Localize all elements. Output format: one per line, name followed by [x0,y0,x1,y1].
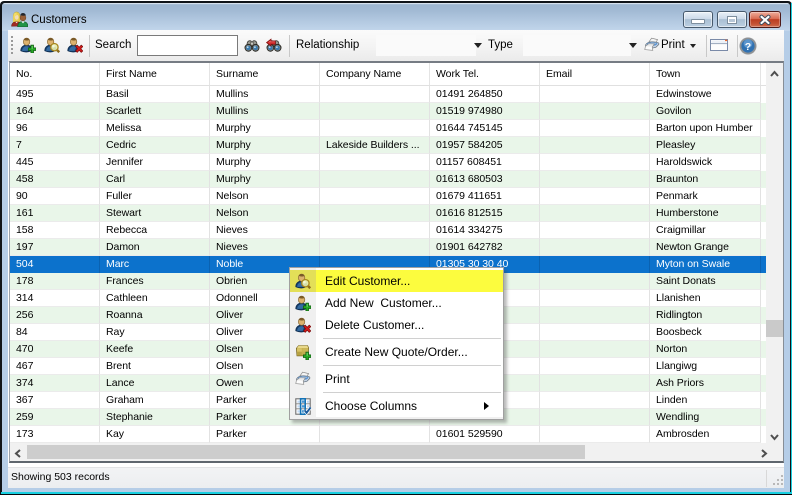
svg-text:?: ? [745,41,751,53]
